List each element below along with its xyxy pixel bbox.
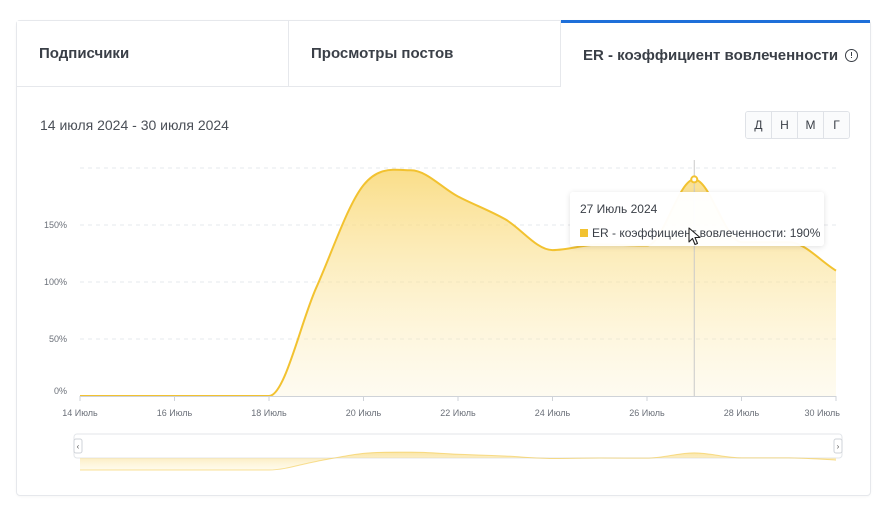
navigator-handle-arrow: ‹ xyxy=(77,442,80,451)
er-area-chart: 0% 50% 100% 150% 14 Июль 16 Июль 18 Июль 20 Ию… xyxy=(44,160,843,471)
navigator-left-handle[interactable]: ‹ xyxy=(73,438,83,454)
x-axis: 14 Июль 16 Июль 18 Июль 20 Июль 22 Июль 24 Ию… xyxy=(62,396,840,418)
x-tick-label: 30 Июль xyxy=(805,408,841,418)
range-navigator[interactable]: ‹ › xyxy=(73,433,843,471)
y-tick-label: 100% xyxy=(44,277,67,287)
data-point xyxy=(690,175,699,184)
x-tick-label: 22 Июль xyxy=(440,408,476,418)
navigator-right-handle[interactable]: › xyxy=(833,438,843,454)
navigator-handle-arrow: › xyxy=(837,442,840,451)
y-tick-label: 150% xyxy=(44,220,67,230)
x-tick-label: 14 Июль xyxy=(62,408,98,418)
y-tick-label: 0% xyxy=(54,386,67,396)
series-swatch xyxy=(580,229,588,237)
y-axis: 0% 50% 100% 150% xyxy=(44,220,67,396)
y-tick-label: 50% xyxy=(49,334,67,344)
series-points xyxy=(690,175,699,184)
x-tick-label: 24 Июль xyxy=(535,408,571,418)
x-tick-label: 20 Июль xyxy=(346,408,382,418)
tooltip-value: 190% xyxy=(789,226,821,240)
mouse-pointer-icon xyxy=(688,227,701,246)
tooltip-date: 27 Июль 2024 xyxy=(580,202,658,216)
x-tick-label: 28 Июль xyxy=(724,408,760,418)
x-tick-label: 26 Июль xyxy=(629,408,665,418)
x-tick-label: 16 Июль xyxy=(157,408,193,418)
x-tick-label: 18 Июль xyxy=(251,408,287,418)
